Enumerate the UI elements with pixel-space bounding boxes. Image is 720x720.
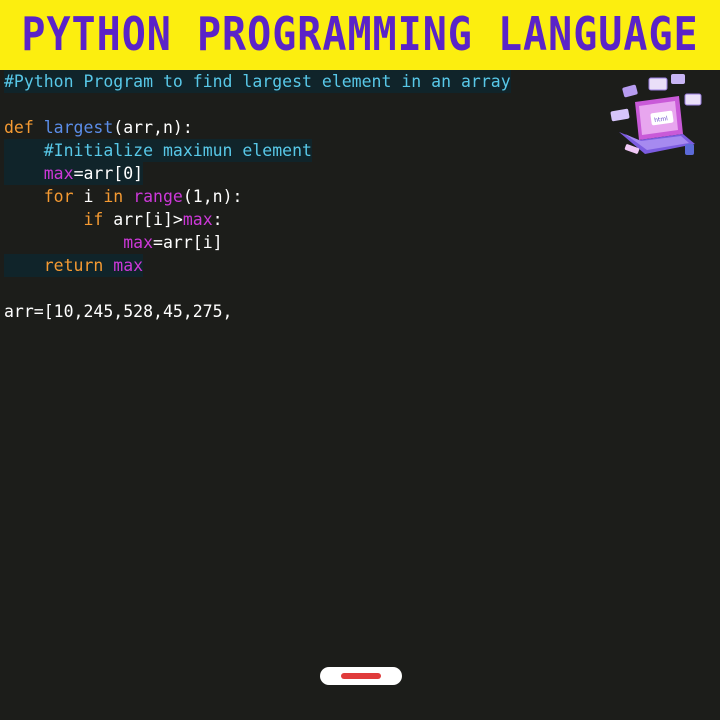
code-line-1: #Python Program to find largest element …	[4, 70, 511, 93]
code-token-kw: if	[83, 210, 114, 229]
code-line-11: arr=[10,245,528,45,275,	[4, 300, 232, 323]
code-token-comment: #Initialize maximun element	[43, 141, 312, 160]
code-line-9: return max	[4, 254, 144, 277]
code-token-text: (1,n):	[182, 187, 243, 206]
code-line-8: max=arr[i]	[4, 231, 223, 254]
code-token-comment: #Python Program to find largest element …	[4, 72, 511, 91]
code-token-kw: in	[103, 187, 134, 206]
code-token-text: i	[83, 187, 104, 206]
code-token-var: max	[182, 210, 213, 229]
title-banner: PYTHON PROGRAMMING LANGUAGE	[0, 0, 720, 70]
code-token-var: max	[123, 233, 154, 252]
code-token-var: max	[43, 164, 74, 183]
code-line-6: for i in range(1,n):	[4, 185, 243, 208]
code-line-4: #Initialize maximun element	[4, 139, 312, 162]
code-token-text: =arr[i]	[153, 233, 223, 252]
code-line-5: max=arr[0]	[4, 162, 144, 185]
code-token-kw: for	[43, 187, 84, 206]
code-line-7: if arr[i]>max:	[4, 208, 223, 231]
code-token-text: arr=[10,245,528,45,275,	[4, 302, 233, 321]
code-token-fn: largest	[43, 118, 114, 137]
code-token-kw: def	[4, 118, 44, 137]
code-token-text: arr[i]>	[113, 210, 183, 229]
code-line-3: def largest(arr,n):	[4, 116, 193, 139]
code-token-text: (arr,n):	[113, 118, 193, 137]
code-token-var: max	[113, 256, 144, 275]
banner-title: PYTHON PROGRAMMING LANGUAGE	[21, 8, 699, 62]
toast-indicator	[341, 673, 381, 679]
code-token-text: :	[212, 210, 223, 229]
code-token-kw: return	[43, 256, 114, 275]
progress-toast	[320, 667, 402, 685]
code-token-var: range	[133, 187, 183, 206]
laptop-code-illustration-icon: html	[605, 72, 715, 162]
code-token-text: =arr[0]	[73, 164, 144, 183]
